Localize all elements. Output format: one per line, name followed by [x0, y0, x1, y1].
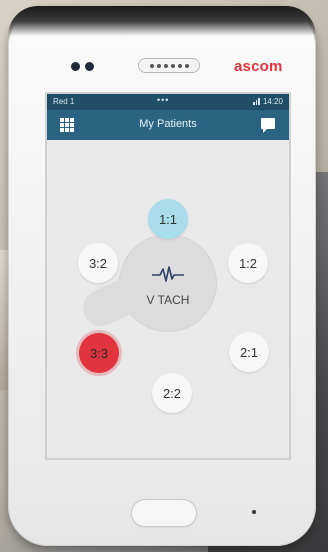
bed-2-1-button[interactable]: 2:1 — [229, 332, 269, 372]
bed-1-2-button[interactable]: 1:2 — [228, 243, 268, 283]
message-icon[interactable] — [261, 118, 275, 133]
bed-3-3-button[interactable]: 3:3 — [79, 333, 119, 373]
front-camera-icon — [71, 62, 80, 71]
sensor-icon — [85, 62, 94, 71]
ecg-waveform-icon — [152, 266, 184, 282]
carrier-label: Red 1 — [53, 97, 75, 106]
status-time: 14:20 — [262, 97, 283, 106]
brand-logo: ascom — [234, 58, 283, 75]
bed-label: 1:2 — [238, 255, 258, 271]
device-top-band — [8, 6, 316, 36]
patient-map: V TACH 1:1 1:2 2:1 2:2 3:3 3:2 — [47, 140, 289, 458]
bed-label: 2:1 — [239, 344, 259, 360]
screen: Red 1 ••• 14:20 My Patients V TACH 1:1 1… — [47, 94, 289, 458]
app-header: My Patients — [47, 110, 289, 140]
alarm-label: V TACH — [146, 293, 190, 307]
alarm-center[interactable]: V TACH — [120, 235, 216, 331]
bed-1-1-button[interactable]: 1:1 — [148, 199, 188, 239]
bed-label: 1:1 — [158, 211, 178, 227]
page-title: My Patients — [139, 118, 197, 130]
signal-icon — [253, 98, 260, 105]
bed-label: 2:2 — [162, 385, 182, 401]
bed-2-2-button[interactable]: 2:2 — [152, 373, 192, 413]
bed-label: 3:2 — [88, 255, 108, 271]
speaker-grille — [138, 58, 200, 73]
handset-device: ascom Red 1 ••• 14:20 My Patients V TACH… — [8, 6, 316, 546]
indicator-dot — [252, 510, 256, 514]
home-button[interactable] — [132, 500, 196, 526]
status-dots: ••• — [157, 95, 170, 105]
status-right: 14:20 — [253, 97, 283, 106]
status-bar: Red 1 ••• 14:20 — [47, 94, 289, 110]
bed-label: 3:3 — [89, 345, 109, 361]
bed-3-2-button[interactable]: 3:2 — [78, 243, 118, 283]
